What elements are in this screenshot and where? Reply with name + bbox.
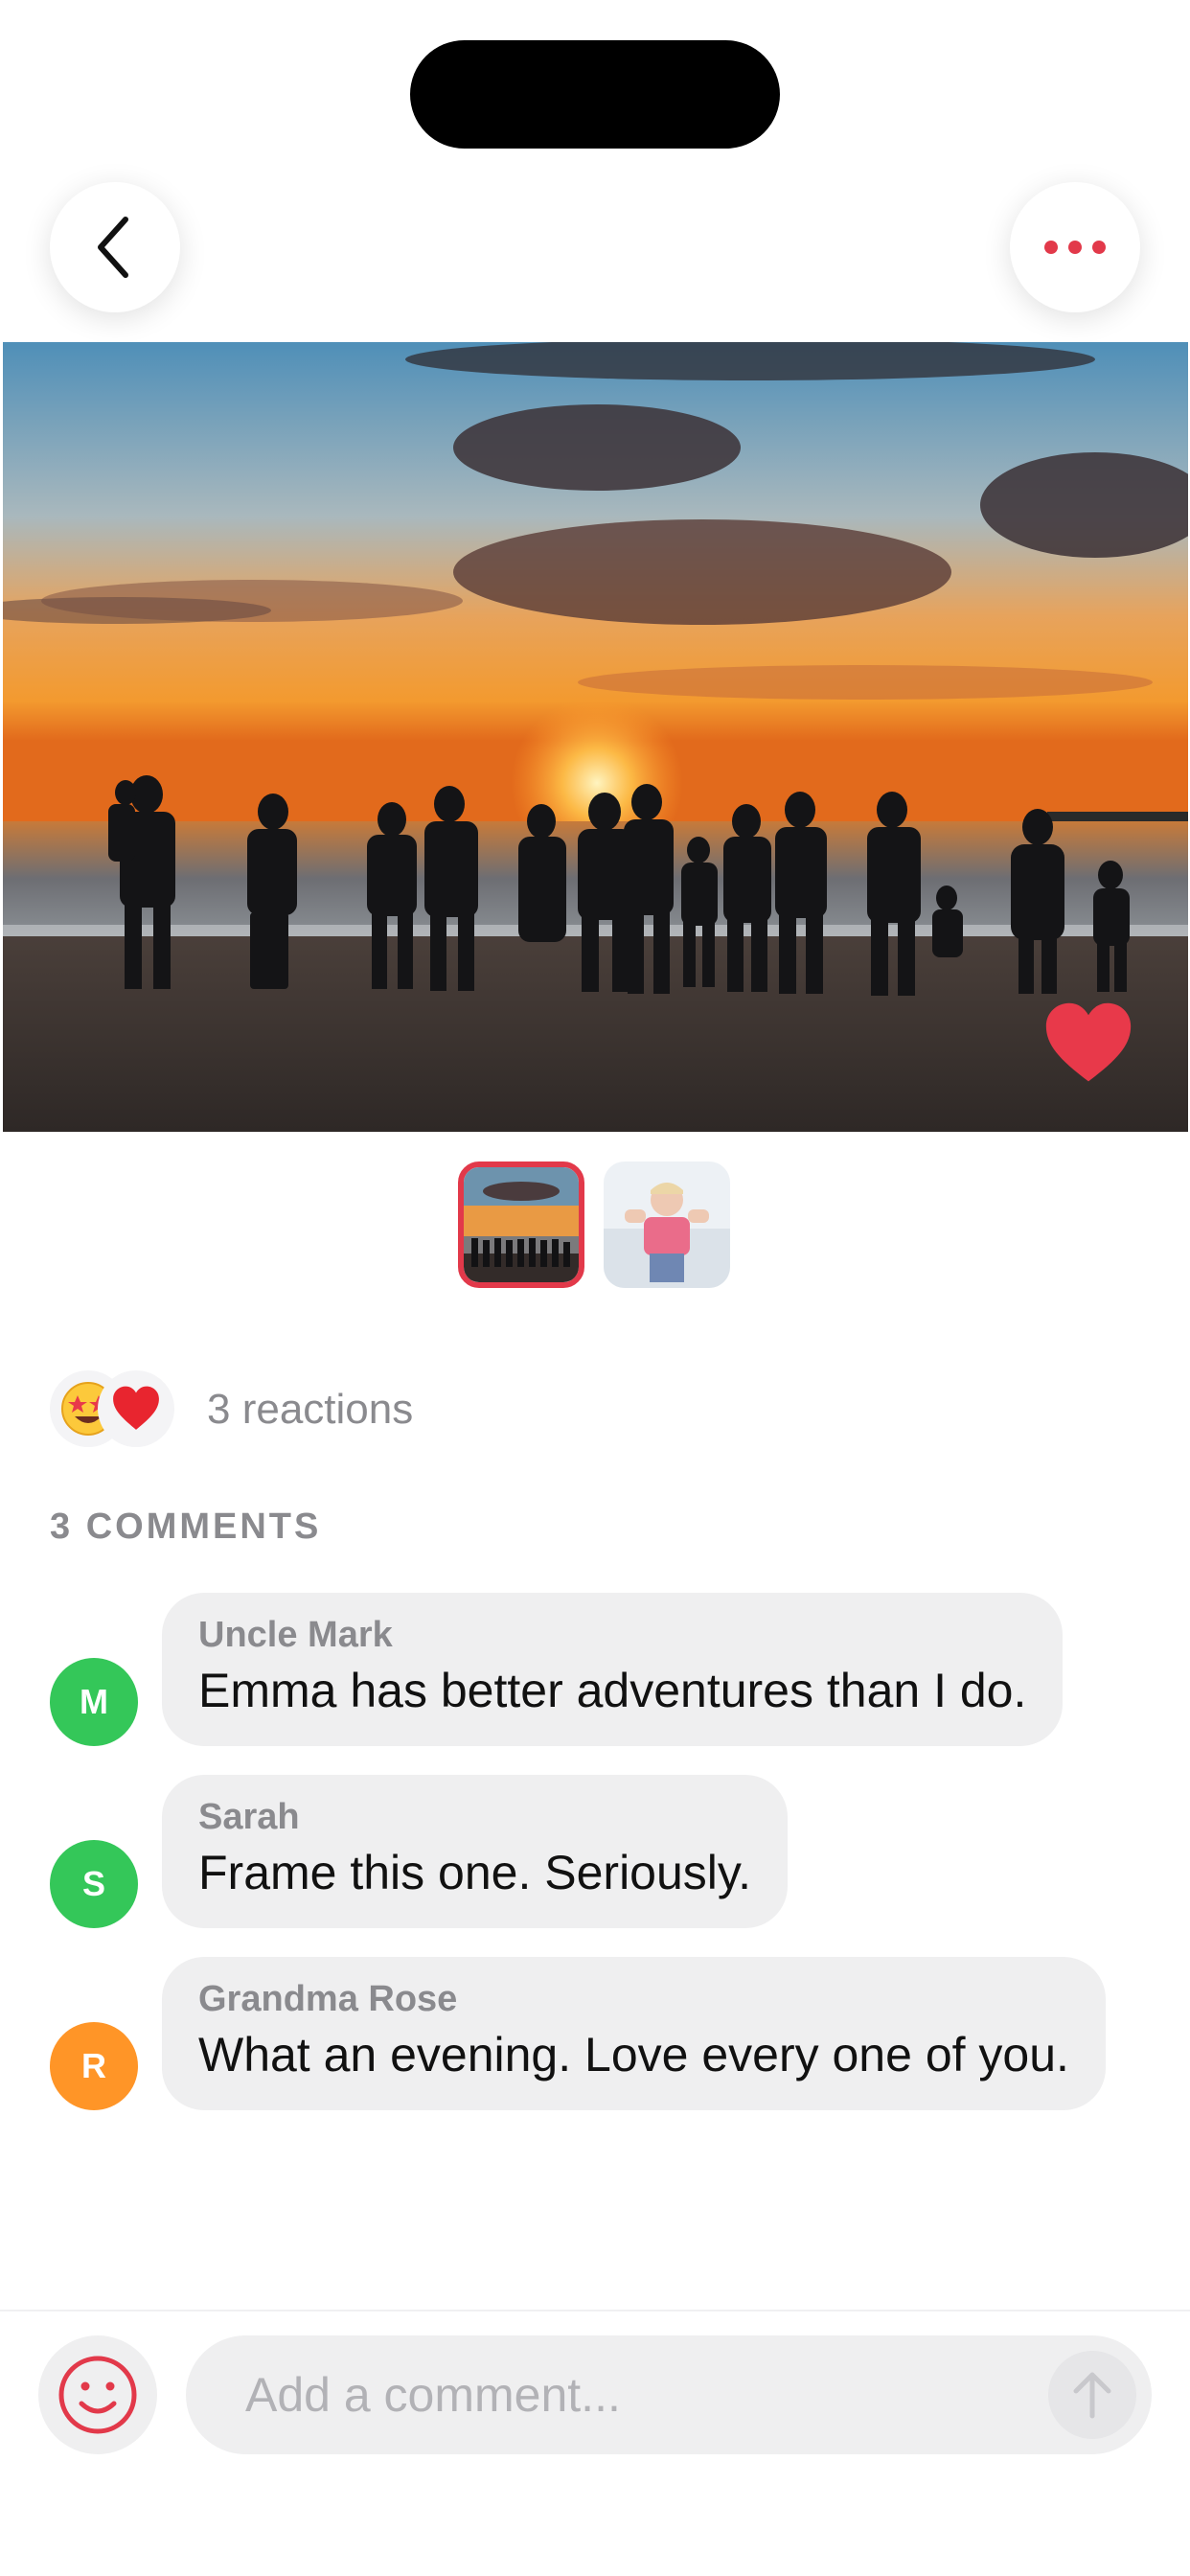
thumbnail-beach-sunset[interactable] [458, 1162, 584, 1288]
avatar[interactable]: M [50, 1658, 138, 1746]
comment-author: Grandma Rose [198, 1979, 458, 2019]
chevron-left-icon [98, 217, 128, 278]
heart-icon[interactable] [1042, 999, 1134, 1091]
comment-bubble[interactable]: Sarah Frame this one. Seriously. [162, 1775, 789, 1928]
avatar[interactable]: R [50, 2022, 138, 2110]
avatar[interactable]: S [50, 1840, 138, 1928]
arrow-up-icon [1073, 2372, 1111, 2419]
comment-bubble[interactable]: Grandma Rose What an evening. Love every… [162, 1957, 1106, 2110]
emoji-picker-button[interactable] [38, 2335, 157, 2454]
ellipsis-icon [1044, 241, 1106, 254]
comment-text: What an evening. Love every one of you. [198, 2027, 1069, 2082]
more-options-button[interactable] [1010, 182, 1140, 312]
composer-divider [0, 2310, 1190, 2312]
reaction-count[interactable]: 3 reactions [207, 1386, 413, 1434]
thumbnail-image [464, 1167, 579, 1282]
heart-emoji [98, 1370, 174, 1447]
comment-author: Sarah [198, 1797, 300, 1837]
comment-input[interactable] [186, 2335, 1152, 2454]
thumbnail-image [604, 1162, 730, 1288]
thumbnail-child[interactable] [604, 1162, 730, 1288]
reaction-emojis[interactable] [50, 1370, 174, 1447]
dynamic-island [410, 40, 780, 149]
comment-author: Uncle Mark [198, 1615, 393, 1655]
beach-sunset-photo [3, 342, 1188, 1132]
photo-detail-screen: 3 reactions 3 COMMENTS M Uncle Mark Emma… [0, 0, 1190, 2576]
comment-text: Frame this one. Seriously. [198, 1845, 752, 1899]
back-button[interactable] [50, 182, 180, 312]
comment-bubble[interactable]: Uncle Mark Emma has better adventures th… [162, 1593, 1064, 1746]
comment-composer [186, 2335, 1152, 2454]
send-button[interactable] [1048, 2351, 1136, 2439]
comments-header: 3 COMMENTS [50, 1506, 322, 1547]
photo-viewer[interactable] [3, 342, 1188, 1132]
smiley-icon [58, 2356, 137, 2434]
comment-text: Emma has better adventures than I do. [198, 1663, 1027, 1717]
